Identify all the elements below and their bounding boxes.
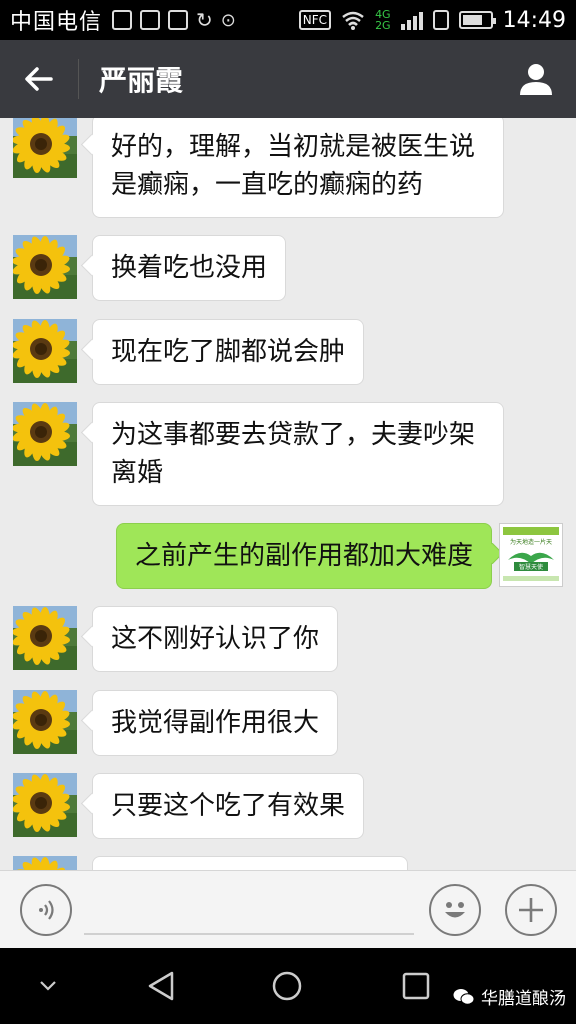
voice-icon [39, 900, 54, 920]
sim-icon [112, 10, 133, 30]
watermark: 华膳道酿汤 [453, 984, 566, 1009]
voice-button[interactable] [20, 884, 72, 936]
message-bubble[interactable]: 只要这个吃了有效果 [92, 773, 365, 839]
message-text: 之前产生的副作用都加大难度 [135, 541, 474, 571]
home-nav-icon[interactable] [271, 970, 303, 1002]
message-bubble[interactable]: 为这事都要去贷款了，夫妻吵架离婚 [92, 402, 504, 506]
back-nav-icon[interactable] [146, 970, 176, 1002]
back-arrow-icon [25, 67, 53, 91]
my-avatar[interactable]: 为天地造一片天 智慧天使 [499, 523, 563, 587]
more-button[interactable] [505, 884, 557, 936]
image-icon [140, 10, 161, 30]
recents-nav-icon[interactable] [402, 972, 430, 1000]
emoji-button[interactable] [429, 884, 481, 936]
plus-icon [519, 898, 543, 922]
message-list[interactable]: 好的，理解，当初就是被医生说是癫痫，一直吃的癫痫的药 换着吃也没用 现在吃了脚都… [0, 118, 576, 870]
sync-icon: ↻ [196, 8, 213, 32]
message-bubble[interactable]: 好的，理解，当初就是被医生说是癫痫，一直吃的癫痫的药 [92, 118, 504, 218]
sender-avatar[interactable] [13, 118, 77, 178]
net-2g-label: 2G [375, 19, 391, 32]
message-text: 现在吃了脚都说会肿 [111, 337, 346, 367]
status-bar: 中国电信 ↻ ⊙ NFC 4G 2G 14:49 [0, 0, 576, 40]
avatar-slogan: 为天地造一片天 [510, 538, 552, 546]
sender-avatar[interactable] [13, 235, 77, 299]
wechat-icon [453, 988, 475, 1005]
message-text: 我觉得副作用很大 [111, 708, 320, 738]
keyboard-icon [168, 10, 189, 30]
message-bubble[interactable]: 现在吃了脚都说会肿 [92, 319, 365, 385]
nfc-icon: NFC [298, 10, 332, 30]
system-navigation-bar: 华膳道酿汤 [0, 948, 576, 1024]
message-text: 这不刚好认识了你 [111, 624, 320, 654]
header-divider [78, 59, 79, 99]
sender-avatar[interactable] [13, 319, 77, 383]
battery-icon [458, 11, 496, 29]
sender-avatar[interactable] [13, 402, 77, 466]
clock: 14:49 [502, 7, 566, 33]
message-text: 好的，理解，当初就是被医生说是癫痫，一直吃的癫痫的药 [111, 132, 476, 200]
input-bar [0, 870, 576, 948]
message-bubble[interactable]: 这不刚好认识了你 [92, 606, 339, 672]
message-text: 只要这个吃了有效果 [111, 791, 346, 821]
notification-icons: ↻ ⊙ [112, 8, 236, 32]
back-button[interactable] [0, 40, 78, 118]
sender-avatar[interactable] [13, 773, 77, 837]
network-type: 4G 2G [375, 9, 391, 31]
message-input[interactable] [84, 933, 414, 935]
sender-avatar[interactable] [13, 856, 77, 870]
vibrate-icon [432, 10, 449, 30]
signal-icon [400, 10, 423, 30]
chevron-down-icon[interactable] [38, 978, 58, 992]
person-icon [520, 64, 552, 95]
wifi-icon [342, 11, 364, 30]
chat-header: 严丽霞 [0, 40, 576, 118]
message-bubble[interactable]: 我觉得副作用很大 [92, 690, 339, 756]
avatar-badge: 智慧天使 [519, 563, 543, 571]
sender-avatar[interactable] [13, 606, 77, 670]
watermark-text: 华膳道酿汤 [481, 989, 566, 1009]
carrier-label: 中国电信 [10, 10, 103, 35]
sender-avatar[interactable] [13, 690, 77, 754]
message-text: 换着吃也没用 [111, 253, 268, 283]
smiley-icon [445, 902, 465, 918]
contact-profile-button[interactable] [496, 40, 576, 118]
contact-name: 严丽霞 [99, 64, 184, 97]
message-bubble[interactable]: 换着吃也没用 [92, 235, 287, 301]
message-bubble[interactable] [92, 856, 408, 870]
message-bubble[interactable]: 之前产生的副作用都加大难度 [116, 523, 493, 589]
download-icon: ⊙ [220, 9, 236, 31]
message-text: 为这事都要去贷款了，夫妻吵架离婚 [111, 420, 476, 488]
